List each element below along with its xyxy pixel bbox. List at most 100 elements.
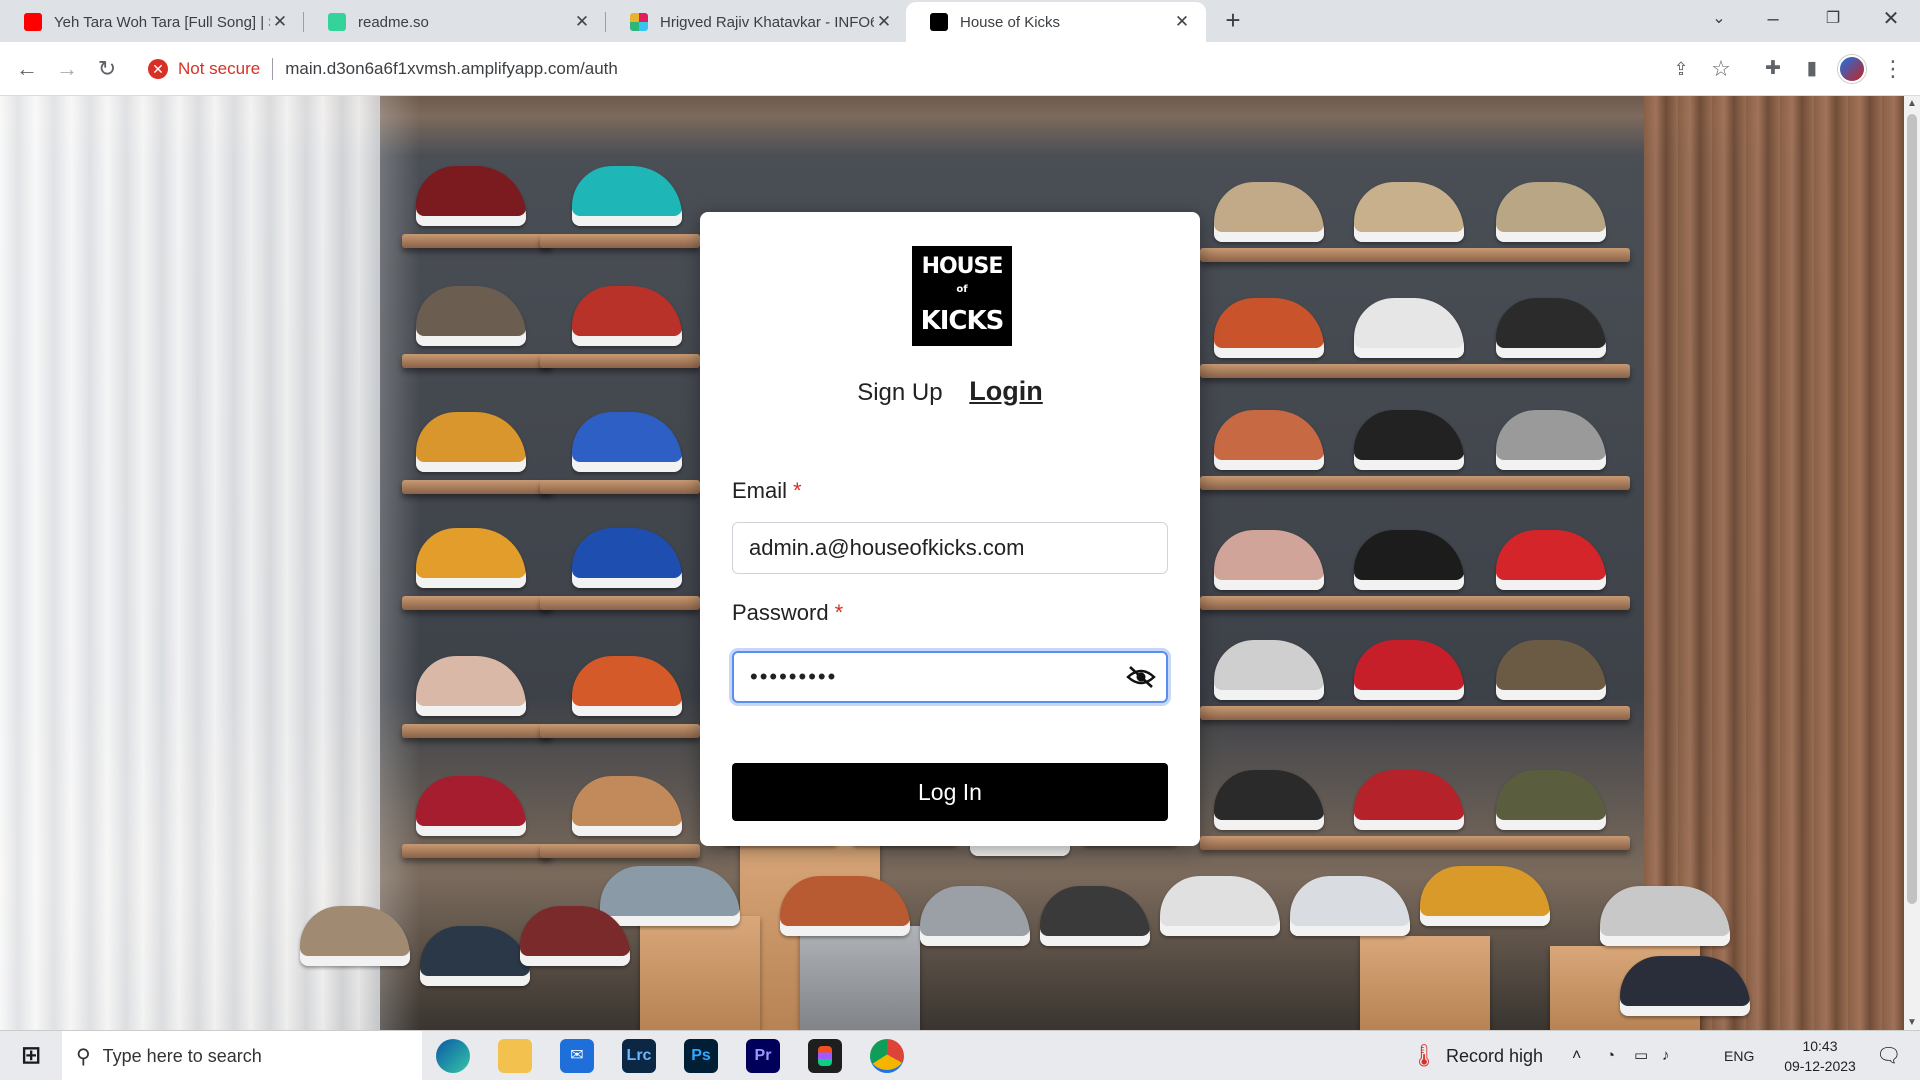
shelf [540,596,700,610]
battery-icon[interactable]: ▭ [1634,1031,1648,1080]
taskbar-search[interactable]: ⚲ Type here to search [62,1031,422,1080]
chrome-icon[interactable] [870,1039,904,1073]
sneaker [572,286,682,346]
browser-tab-slack[interactable]: Hrigved Rajiv Khatavkar - INFO6 ✕ [606,2,908,42]
lightroom-icon[interactable]: Lrc [622,1039,656,1073]
sneaker [1496,530,1606,590]
address-bar[interactable]: ✕ Not secure main.d3on6a6f1xvmsh.amplify… [136,50,1720,88]
sneaker [1496,410,1606,470]
sneaker [1290,876,1410,936]
login-button[interactable]: Log In [732,763,1168,821]
network-icon[interactable]: ◔ [1606,1031,1615,1080]
sneaker [1160,876,1280,936]
extensions-icon[interactable]: ✚ [1758,54,1788,84]
scroll-thumb[interactable] [1907,114,1917,904]
shelf [402,480,552,494]
shelf [540,724,700,738]
curtain-decoration [0,96,380,1030]
email-label-text: Email [732,478,788,503]
sneaker [1496,640,1606,700]
forward-icon[interactable]: → [52,54,82,84]
security-label[interactable]: Not secure [178,59,260,79]
tab-strip: Yeh Tara Woh Tara [Full Song] | S ✕ read… [0,0,1920,42]
tab-login[interactable]: Login [969,376,1042,407]
email-label: Email * [732,478,802,504]
house-of-kicks-logo: HOUSE of KICKS [912,246,1012,346]
close-icon[interactable]: ✕ [1172,12,1192,32]
logo-text: HOUSE [921,254,1004,279]
close-window-icon[interactable]: ✕ [1862,0,1920,40]
tab-sign-up[interactable]: Sign Up [857,379,942,407]
figma-icon[interactable] [808,1039,842,1073]
sneaker [1354,410,1464,470]
sneaker [420,926,530,986]
scroll-up-icon[interactable]: ▲ [1904,98,1920,109]
language-indicator[interactable]: ENG [1724,1031,1754,1080]
scroll-down-icon[interactable]: ▼ [1904,1017,1920,1028]
shelf [540,480,700,494]
show-hidden-icons-icon[interactable]: ˄ [1572,1031,1581,1080]
reload-icon[interactable]: ↻ [92,54,122,84]
logo-text: KICKS [920,306,1005,336]
slack-icon [630,13,648,31]
edge-icon[interactable] [436,1039,470,1073]
search-icon: ⚲ [76,1045,91,1068]
omnibox-divider [272,58,274,80]
minimize-icon[interactable]: – [1744,0,1802,40]
notifications-icon[interactable]: 🗨 [1876,1031,1901,1080]
sneaker [1214,530,1324,590]
close-icon[interactable]: ✕ [874,12,894,32]
browser-tab-youtube[interactable]: Yeh Tara Woh Tara [Full Song] | S ✕ [0,2,304,42]
email-field[interactable]: admin.a@houseofkicks.com [732,522,1168,574]
menu-kebab-icon[interactable]: ⋮ [1878,54,1908,84]
shelf [540,844,700,858]
url-text[interactable]: main.d3on6a6f1xvmsh.amplifyapp.com/auth [285,59,618,79]
back-icon[interactable]: ← [12,54,42,84]
sneaker [300,906,410,966]
password-label: Password * [732,600,843,626]
sneaker [1354,770,1464,830]
premiere-icon[interactable]: Pr [746,1039,780,1073]
sneaker [1214,640,1324,700]
shelf [402,596,552,610]
bookmark-star-icon[interactable]: ☆ [1706,54,1736,84]
new-tab-button[interactable]: + [1218,6,1248,36]
close-icon[interactable]: ✕ [270,12,290,32]
shelf [1200,248,1630,262]
clock-time: 10:43 [1802,1038,1838,1054]
side-panel-icon[interactable]: ▮ [1797,54,1827,84]
page-scrollbar[interactable]: ▲ ▼ [1904,96,1920,1030]
share-icon[interactable]: ⇪ [1666,54,1696,84]
thermometer-icon[interactable]: 🌡 [1410,1031,1438,1080]
browser-tab-readme[interactable]: readme.so ✕ [304,2,606,42]
browser-tab-house-of-kicks[interactable]: House of Kicks ✕ [906,2,1206,42]
photoshop-icon[interactable]: Ps [684,1039,718,1073]
restore-icon[interactable]: ❐ [1804,0,1862,40]
sneaker [572,166,682,226]
windows-taskbar: ⊞ ⚲ Type here to search ✉ Lrc Ps Pr 🌡 Re… [0,1030,1920,1080]
shoe-box [640,916,760,1030]
page-background: HOUSE of KICKS Sign Up Login Email * admi… [0,96,1904,1030]
volume-icon[interactable]: ♪ [1662,1031,1670,1080]
clock[interactable]: 10:43 09-12-2023 [1770,1031,1870,1080]
password-value: ••••••••• [750,664,838,689]
search-placeholder: Type here to search [102,1045,262,1066]
windows-start-icon[interactable]: ⊞ [14,1039,48,1073]
hide-password-icon[interactable] [1126,665,1156,689]
password-field[interactable]: ••••••••• [732,651,1168,703]
tab-search-icon[interactable]: ⌄ [1690,0,1748,40]
not-secure-icon[interactable]: ✕ [148,59,168,79]
mail-icon[interactable]: ✉ [560,1039,594,1073]
profile-avatar[interactable] [1838,55,1866,83]
sneaker [1214,182,1324,242]
shoe-box [1360,936,1490,1030]
auth-tabs: Sign Up Login [700,376,1200,407]
sneaker [1496,298,1606,358]
sneaker [1214,410,1324,470]
tab-title: Yeh Tara Woh Tara [Full Song] | S [54,13,270,31]
clock-date: 09-12-2023 [1784,1058,1856,1074]
close-icon[interactable]: ✕ [572,12,592,32]
weather-status[interactable]: Record high [1446,1031,1543,1080]
sneaker [1214,770,1324,830]
file-explorer-icon[interactable] [498,1039,532,1073]
